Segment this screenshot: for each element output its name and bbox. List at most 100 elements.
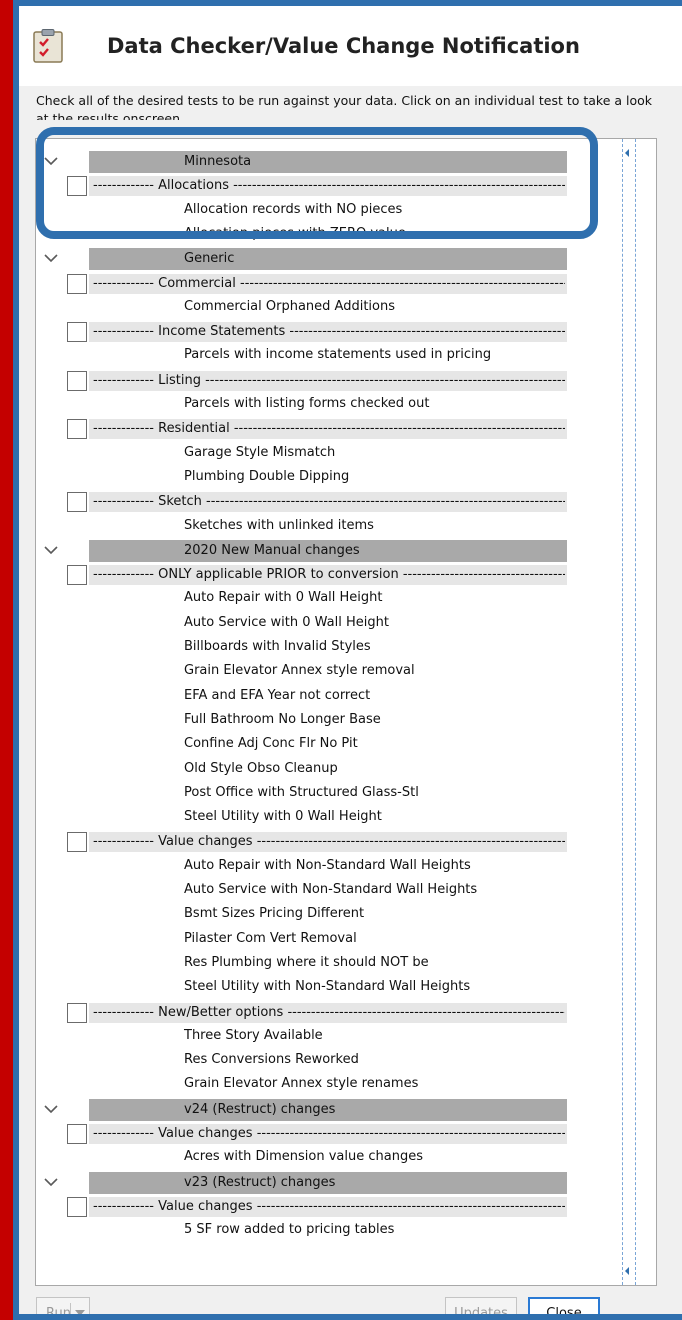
tree-group-row[interactable]: v24 (Restruct) changes: [36, 1097, 622, 1121]
test-label[interactable]: Res Conversions Reworked: [184, 1052, 359, 1067]
test-label[interactable]: Grain Elevator Annex style renames: [184, 1076, 418, 1091]
tree-test-row[interactable]: Commercial Orphaned Additions: [36, 295, 622, 319]
test-label[interactable]: Pilaster Com Vert Removal: [184, 931, 357, 946]
category-checkbox[interactable]: [67, 322, 87, 343]
scroll-down-arrow-icon[interactable]: [625, 1267, 629, 1275]
tree-test-row[interactable]: Allocation records with NO pieces: [36, 198, 622, 222]
tree-category-row[interactable]: ------------- ONLY applicable PRIOR to c…: [36, 562, 622, 586]
test-label[interactable]: Allocation records with NO pieces: [184, 202, 402, 217]
tree-category-row[interactable]: ------------- Value changes ------------…: [36, 1121, 622, 1145]
category-checkbox[interactable]: [67, 176, 87, 197]
category-checkbox[interactable]: [67, 370, 87, 391]
tree-category-row[interactable]: ------------- Sketch -------------------…: [36, 489, 622, 513]
category-checkbox[interactable]: [67, 419, 87, 440]
category-checkbox[interactable]: [67, 1124, 87, 1144]
tree-category-row[interactable]: ------------- Listing ------------------…: [36, 368, 622, 392]
tree-category-row[interactable]: ------------- Residential --------------…: [36, 416, 622, 440]
test-label[interactable]: Acres with Dimension value changes: [184, 1149, 423, 1164]
test-label[interactable]: Parcels with income statements used in p…: [184, 347, 491, 362]
test-label[interactable]: Auto Repair with Non-Standard Wall Heigh…: [184, 858, 471, 873]
dropdown-arrow-icon[interactable]: [75, 1310, 85, 1314]
chevron-down-icon[interactable]: [39, 1097, 63, 1121]
tree-category-row[interactable]: ------------- Value changes ------------…: [36, 1194, 622, 1218]
tree-test-row[interactable]: Grain Elevator Annex style removal: [36, 659, 622, 683]
tree-test-row[interactable]: Steel Utility with 0 Wall Height: [36, 805, 622, 829]
tree-test-row[interactable]: Auto Service with 0 Wall Height: [36, 611, 622, 635]
test-label[interactable]: Steel Utility with 0 Wall Height: [184, 809, 382, 824]
tree-category-row[interactable]: ------------- Commercial ---------------…: [36, 271, 622, 295]
tree-test-row[interactable]: Acres with Dimension value changes: [36, 1145, 622, 1169]
test-label[interactable]: Bsmt Sizes Pricing Different: [184, 906, 364, 921]
tree-test-row[interactable]: Res Conversions Reworked: [36, 1048, 622, 1072]
tree-group-row[interactable]: Minnesota: [36, 149, 622, 173]
tree-test-row[interactable]: Parcels with listing forms checked out: [36, 392, 622, 416]
test-label[interactable]: Auto Service with 0 Wall Height: [184, 615, 389, 630]
tree-test-row[interactable]: Allocation pieces with ZERO value: [36, 222, 622, 246]
test-label[interactable]: Full Bathroom No Longer Base: [184, 712, 381, 727]
test-label[interactable]: Steel Utility with Non-Standard Wall Hei…: [184, 979, 470, 994]
tree-category-row[interactable]: ------------- Income Statements --------…: [36, 319, 622, 343]
tree-test-row[interactable]: Parcels with income statements used in p…: [36, 343, 622, 367]
category-label: ------------- Residential --------------…: [93, 421, 565, 437]
tree-test-row[interactable]: Grain Elevator Annex style renames: [36, 1072, 622, 1096]
tree-test-row[interactable]: Auto Service with Non-Standard Wall Heig…: [36, 878, 622, 902]
tree-test-row[interactable]: Pilaster Com Vert Removal: [36, 927, 622, 951]
tree-group-row[interactable]: v23 (Restruct) changes: [36, 1170, 622, 1194]
test-label[interactable]: 5 SF row added to pricing tables: [184, 1222, 394, 1237]
test-label[interactable]: Allocation pieces with ZERO value: [184, 226, 406, 241]
tree-test-row[interactable]: Post Office with Structured Glass-Stl: [36, 781, 622, 805]
tree-test-row[interactable]: Three Story Available: [36, 1024, 622, 1048]
category-checkbox[interactable]: [67, 832, 87, 853]
category-checkbox[interactable]: [67, 1196, 87, 1217]
tree-test-row[interactable]: Steel Utility with Non-Standard Wall Hei…: [36, 975, 622, 999]
category-checkbox[interactable]: [67, 1002, 87, 1023]
chevron-down-icon[interactable]: [39, 1170, 63, 1194]
tree-test-row[interactable]: Garage Style Mismatch: [36, 441, 622, 465]
tree-category-row[interactable]: ------------- Value changes ------------…: [36, 829, 622, 853]
test-label[interactable]: Parcels with listing forms checked out: [184, 396, 429, 411]
test-label[interactable]: Billboards with Invalid Styles: [184, 639, 371, 654]
updates-button[interactable]: Updates: [445, 1297, 517, 1314]
category-checkbox[interactable]: [67, 492, 87, 513]
tree-category-row[interactable]: ------------- Allocations --------------…: [36, 173, 622, 197]
close-button[interactable]: Close: [528, 1297, 600, 1314]
tree-test-row[interactable]: Billboards with Invalid Styles: [36, 635, 622, 659]
scroll-up-arrow-icon[interactable]: [625, 149, 629, 157]
chevron-down-icon[interactable]: [39, 538, 63, 562]
tree-test-row[interactable]: Bsmt Sizes Pricing Different: [36, 902, 622, 926]
tree-test-row[interactable]: EFA and EFA Year not correct: [36, 684, 622, 708]
test-label[interactable]: EFA and EFA Year not correct: [184, 688, 370, 703]
tree-test-row[interactable]: Confine Adj Conc Flr No Pit: [36, 732, 622, 756]
tree-test-row[interactable]: 5 SF row added to pricing tables: [36, 1218, 622, 1242]
test-label[interactable]: Res Plumbing where it should NOT be: [184, 955, 429, 970]
test-label[interactable]: Three Story Available: [184, 1028, 323, 1043]
tree-test-row[interactable]: Sketches with unlinked items: [36, 514, 622, 538]
tree-test-row[interactable]: Auto Repair with 0 Wall Height: [36, 586, 622, 610]
tree-group-row[interactable]: Generic: [36, 246, 622, 271]
test-label[interactable]: Confine Adj Conc Flr No Pit: [184, 736, 358, 751]
test-label[interactable]: Commercial Orphaned Additions: [184, 299, 395, 314]
chevron-down-icon[interactable]: [39, 246, 63, 270]
test-label[interactable]: Old Style Obso Cleanup: [184, 761, 338, 776]
test-label[interactable]: Auto Repair with 0 Wall Height: [184, 590, 383, 605]
test-label[interactable]: Sketches with unlinked items: [184, 518, 374, 533]
tree-test-row[interactable]: Res Plumbing where it should NOT be: [36, 951, 622, 975]
instructions-text: Check all of the desired tests to be run…: [36, 93, 653, 120]
tree-test-row[interactable]: Plumbing Double Dipping: [36, 465, 622, 489]
test-label[interactable]: Plumbing Double Dipping: [184, 469, 349, 484]
tree-test-row[interactable]: Old Style Obso Cleanup: [36, 757, 622, 781]
test-tree-list[interactable]: Minnesota ------------- Allocations -----…: [35, 138, 657, 1286]
tree-test-row[interactable]: Auto Repair with Non-Standard Wall Heigh…: [36, 854, 622, 878]
tree-test-row[interactable]: Full Bathroom No Longer Base: [36, 708, 622, 732]
category-checkbox[interactable]: [67, 273, 87, 294]
scrollbar[interactable]: [622, 139, 636, 1285]
tree-group-row[interactable]: 2020 New Manual changes: [36, 538, 622, 562]
tree-category-row[interactable]: ------------- New/Better options -------…: [36, 1000, 622, 1024]
test-label[interactable]: Auto Service with Non-Standard Wall Heig…: [184, 882, 477, 897]
test-label[interactable]: Post Office with Structured Glass-Stl: [184, 785, 419, 800]
chevron-down-icon[interactable]: [39, 149, 63, 173]
test-label[interactable]: Garage Style Mismatch: [184, 445, 335, 460]
run-button[interactable]: Run: [36, 1297, 90, 1314]
test-label[interactable]: Grain Elevator Annex style removal: [184, 663, 415, 678]
category-checkbox[interactable]: [67, 565, 87, 586]
